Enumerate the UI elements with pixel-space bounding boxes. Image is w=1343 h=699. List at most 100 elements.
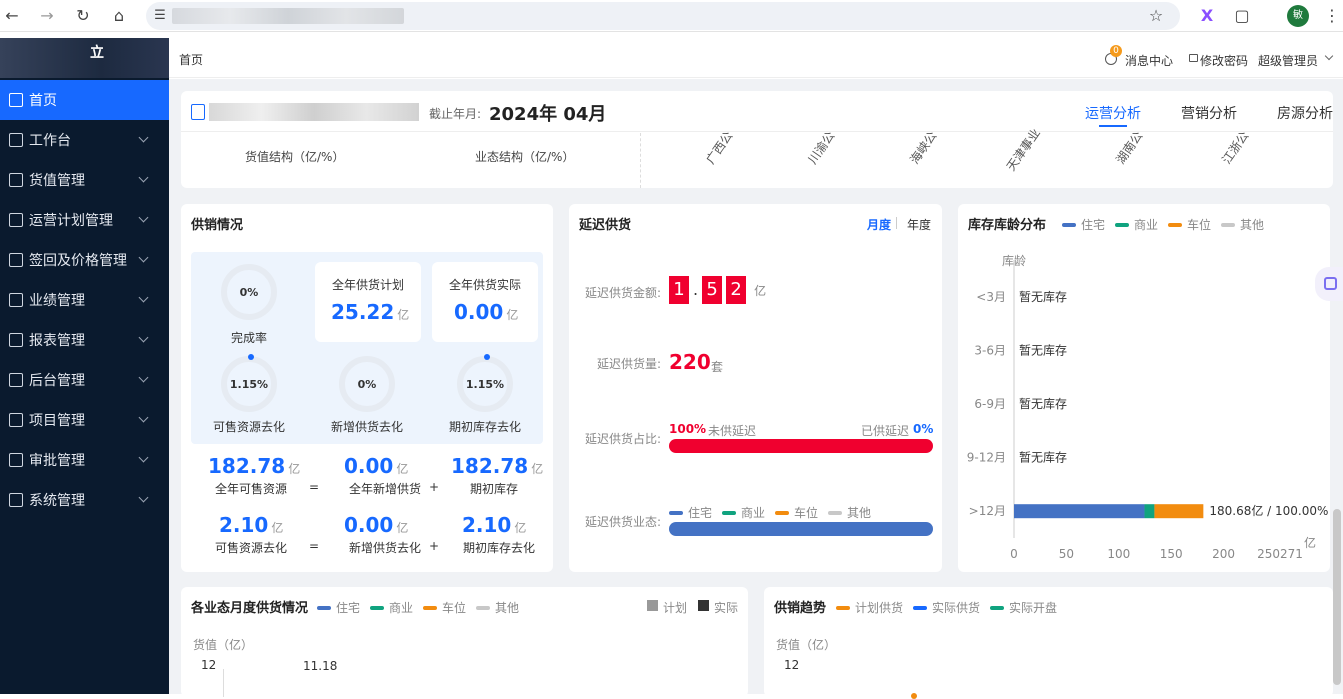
bookmark-star-icon[interactable]: ☆ [1146,6,1166,26]
legend-other[interactable]: 其他 [828,504,871,521]
forward-icon[interactable]: → [37,6,57,26]
decimal-point: . [693,280,699,299]
value-structure-label: 货值结构（亿/%） [245,150,345,164]
reload-icon[interactable]: ↻ [73,6,93,26]
supplied-label: 已供延迟 [861,424,910,438]
page-scrollbar[interactable] [1333,509,1341,685]
sidebar-item[interactable]: 工作台 [0,120,169,160]
sidebar-item[interactable]: 项目管理 [0,400,169,440]
plan-box: 全年供货计划 25.22 亿 [315,262,421,342]
legend-parking[interactable]: 车位 [423,599,466,616]
sidebar-item[interactable]: 签回及价格管理 [0,240,169,280]
menu-icon [9,453,23,467]
sellable-label: 全年可售资源 [214,482,287,496]
sellable-value: 182.78 亿 [208,454,301,478]
unit: 亿 [754,284,767,298]
sidebar-item[interactable]: 业绩管理 [0,280,169,320]
sidebar-item-label: 工作台 [29,133,71,149]
home-icon[interactable]: ⌂ [109,6,129,26]
sidebar-item[interactable]: 后台管理 [0,360,169,400]
deadline-value[interactable]: 2024年 04月 [489,100,606,126]
legend-actual-opening[interactable]: 实际开盘 [990,599,1057,616]
tab-operation-analysis[interactable]: 运营分析 [1085,103,1141,123]
actual-legend[interactable]: 实际 [714,599,738,616]
floating-assistant-icon[interactable] [1315,267,1343,301]
menu-icon [9,133,23,147]
sidebar-menu: 首页工作台货值管理 运营计划管理 签回及价格管理 业绩管理报表管理后台管理 项目管理审批… [0,80,169,520]
sidebar-item[interactable]: 系统管理 [0,480,169,520]
sidebar-item[interactable]: 审批管理 [0,440,169,480]
change-password-link[interactable]: 修改密码 [1200,52,1248,69]
plan-legend-swatch [647,600,658,611]
legend-residential[interactable]: 住宅 [669,504,712,521]
delay-qty-value: 220 [669,350,711,374]
address-bar[interactable]: ☰ ☆ [146,2,1180,30]
new-supply-label: 全年新增供货 [348,482,421,496]
company-label: 广西公 [703,129,736,167]
plan-legend[interactable]: 计划 [663,599,687,616]
tab-yearly[interactable]: 年度 [907,216,931,233]
sidebar-item[interactable]: 报表管理 [0,320,169,360]
no-stock-label: 暂无库存 [1019,450,1067,465]
initial-sold-value: 2.10 亿 [462,513,527,537]
tab-monthly[interactable]: 月度 [867,216,891,233]
messages-link[interactable]: 消息中心 [1125,52,1173,69]
tab-marketing-analysis[interactable]: 营销分析 [1181,103,1237,123]
bar-data-label: 180.68亿 / 100.00% [1209,503,1328,518]
sidebar-item[interactable]: 货值管理 [0,160,169,200]
legend-other[interactable]: 其他 [476,599,519,616]
monthly-legend: 住宅 商业 车位 其他 [317,599,519,616]
operator: = [309,480,320,494]
inventory-card: 库存库龄分布 住宅 商业 车位 其他 库龄 亿 <3月 暂无库存 3-6月 暂无库存 6… [958,204,1330,572]
delay-format-label: 延迟供货业态: [585,515,662,529]
breadcrumb[interactable]: 首页 [179,51,203,68]
sidebar-item-label: 报表管理 [29,333,85,349]
unsupplied-pct: 100% [669,422,707,436]
chevron-down-icon [138,212,149,223]
ring-initial-stock: 1.15% [457,354,513,412]
y-axis-label: 货值（亿） [776,638,837,652]
no-stock-label: 暂无库存 [1019,289,1067,304]
menu-icon [9,173,23,187]
company-label: 江浙公 [1219,129,1252,167]
delay-card: 延迟供货 月度 年度 延迟供货金额: 1.52亿 延迟供货量: 220 套 延迟… [569,204,942,572]
extension-x-icon[interactable]: X [1197,6,1217,26]
trend-card: 供销趋势 计划供货 实际供货 实际开盘 货值（亿） 12 [764,587,1333,699]
bar-segment [1154,504,1204,519]
plan-value: 25.22 亿 [331,300,410,324]
user-menu[interactable]: 超级管理员 [1258,52,1318,69]
chevron-down-icon [138,332,149,343]
trend-legend: 计划供货 实际供货 实际开盘 [836,599,1057,616]
ring-new-supply: 0% [339,356,395,412]
site-info-icon[interactable]: ☰ [150,6,170,26]
legend-residential[interactable]: 住宅 [317,599,360,616]
delay-amount-digits: 1.52亿 [669,276,766,304]
sidebar-item-label: 审批管理 [29,453,85,469]
unit: 套 [711,360,724,374]
legend-commercial[interactable]: 商业 [722,504,765,521]
completion-ring: 0% [221,264,277,320]
unsupplied-bar [669,439,933,453]
format-track [669,522,933,536]
ring-label: 期初库存去化 [448,420,521,434]
unsupplied-label: 未供延迟 [708,424,757,438]
chevron-down-icon[interactable] [1324,51,1334,61]
logo: 立 [0,38,169,78]
chevron-down-icon [138,132,149,143]
chevron-down-icon [138,292,149,303]
extensions-puzzle-icon[interactable]: ▢ [1232,6,1252,26]
supplied-pct: 0% [913,422,934,436]
legend-actual-supply[interactable]: 实际供货 [913,599,980,616]
sidebar-item[interactable]: 首页 [0,80,169,120]
browser-menu-icon[interactable]: ⋮ [1322,6,1342,26]
sidebar-item[interactable]: 运营计划管理 [0,200,169,240]
legend-parking[interactable]: 车位 [775,504,818,521]
chevron-down-icon [138,372,149,383]
legend-planned-supply[interactable]: 计划供货 [836,599,903,616]
menu-icon [9,493,23,507]
legend-commercial[interactable]: 商业 [370,599,413,616]
menu-icon [9,333,23,347]
profile-avatar[interactable]: 敏 [1287,5,1309,27]
tab-housing-analysis[interactable]: 房源分析 [1277,103,1333,123]
back-icon[interactable]: ← [2,6,22,26]
